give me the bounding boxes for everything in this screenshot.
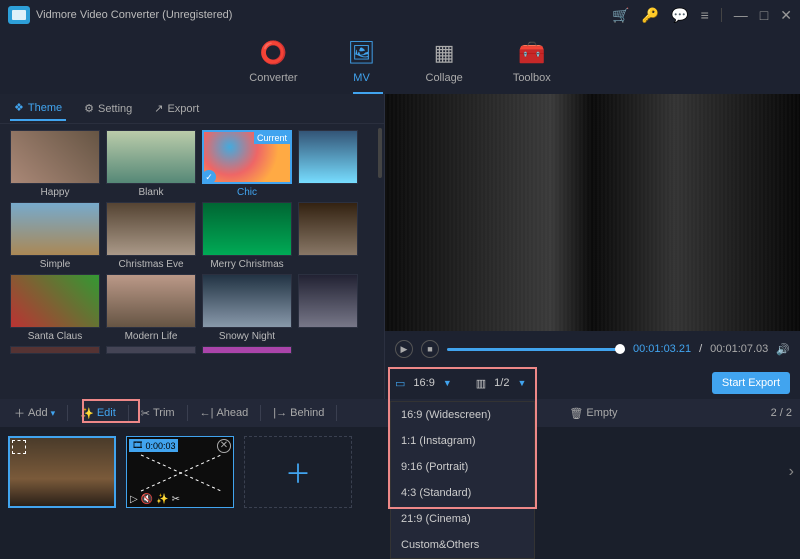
mute-icon: 🔇 xyxy=(141,494,153,505)
cut-icon: ✂ xyxy=(172,494,180,505)
aspect-option[interactable]: Custom&Others xyxy=(391,532,534,558)
aspect-option[interactable]: 21:9 (Cinema) xyxy=(391,506,534,532)
clip-counter: 2 / 2 xyxy=(771,407,792,419)
theme-grid: Happy Blank Current✓Chic Simple Christma… xyxy=(0,124,384,399)
edit-button[interactable]: ✨Edit xyxy=(74,404,122,423)
theme-icon: ❖ xyxy=(14,101,24,114)
tab-export[interactable]: ↗Export xyxy=(150,97,203,120)
theme-item[interactable]: Christmas Eve xyxy=(106,202,196,270)
ahead-icon: ←| xyxy=(200,407,214,419)
theme-item[interactable]: Happy xyxy=(10,130,100,198)
key-icon[interactable]: 🔑 xyxy=(642,7,659,24)
time-current: 00:01:03.21 xyxy=(633,343,691,355)
theme-item[interactable]: Snowy Night xyxy=(202,274,292,342)
converter-icon: ⭕ xyxy=(260,40,287,66)
ahead-button[interactable]: ←|Ahead xyxy=(194,404,255,422)
trim-button[interactable]: ✂Trim xyxy=(135,404,181,423)
close-button[interactable]: ✕ xyxy=(780,7,792,24)
theme-item[interactable] xyxy=(298,130,380,198)
plus-icon: ＋ xyxy=(14,405,25,421)
nav-toolbox[interactable]: 🧰 Toolbox xyxy=(513,40,551,84)
theme-item[interactable]: Simple xyxy=(10,202,100,270)
aspect-option[interactable]: 1:1 (Instagram) xyxy=(391,428,534,454)
aspect-option[interactable]: 16:9 (Widescreen) xyxy=(391,402,534,428)
left-panel: ❖Theme ⚙Setting ↗Export Happy Blank Curr… xyxy=(0,94,385,399)
page-icon: ▥ xyxy=(476,377,486,390)
clip-1[interactable] xyxy=(8,436,116,508)
aspect-value: 16:9 xyxy=(413,377,434,389)
page-value: 1/2 xyxy=(494,377,509,389)
add-button[interactable]: ＋Add▾ xyxy=(8,402,61,424)
scissors-icon: ✂ xyxy=(141,407,150,420)
nav-collage[interactable]: ▦ Collage xyxy=(426,40,463,84)
theme-item[interactable]: Current✓Chic xyxy=(202,130,292,198)
collage-icon: ▦ xyxy=(434,40,455,66)
start-export-button[interactable]: Start Export xyxy=(712,372,790,394)
theme-item[interactable]: Merry Christmas xyxy=(202,202,292,270)
tab-theme[interactable]: ❖Theme xyxy=(10,96,66,121)
app-title: Vidmore Video Converter (Unregistered) xyxy=(36,9,232,21)
cart-icon[interactable]: 🛒 xyxy=(612,7,629,24)
app-logo xyxy=(8,6,30,24)
check-icon: ✓ xyxy=(202,170,216,184)
empty-button[interactable]: 🗑Empty xyxy=(563,404,623,423)
behind-icon: |→ xyxy=(273,407,287,419)
behind-button[interactable]: |→Behind xyxy=(267,404,330,422)
crop-icon xyxy=(12,440,26,454)
theme-item[interactable] xyxy=(298,274,380,342)
aspect-option[interactable]: 9:16 (Portrait) xyxy=(391,454,534,480)
toolbox-icon: 🧰 xyxy=(518,40,545,66)
clip-2[interactable]: 🎞0:00:03 ✕ ▷ 🔇 ✨ ✂ xyxy=(126,436,234,508)
current-badge: Current xyxy=(254,132,290,144)
scrollbar[interactable] xyxy=(378,128,382,178)
aspect-icon[interactable]: ▭ xyxy=(395,377,405,390)
main-nav: ⭕ Converter 🖼 MV ▦ Collage 🧰 Toolbox xyxy=(0,30,800,94)
video-preview[interactable] xyxy=(385,94,800,331)
nav-mv[interactable]: 🖼 MV xyxy=(348,40,376,84)
volume-icon[interactable]: 🔊 xyxy=(776,343,790,356)
nav-converter[interactable]: ⭕ Converter xyxy=(249,40,297,84)
seek-slider[interactable] xyxy=(447,348,625,351)
maximize-button[interactable]: □ xyxy=(760,7,768,23)
theme-item[interactable] xyxy=(298,202,380,270)
feedback-icon[interactable]: 💬 xyxy=(671,7,688,24)
gear-icon: ⚙ xyxy=(84,102,94,115)
minimize-button[interactable]: — xyxy=(734,7,748,23)
page-dropdown-caret[interactable]: ▼ xyxy=(517,378,526,388)
aspect-option[interactable]: 4:3 (Standard) xyxy=(391,480,534,506)
trash-icon: 🗑 xyxy=(569,407,583,420)
export-icon: ↗ xyxy=(154,102,163,115)
time-total: 00:01:07.03 xyxy=(710,343,768,355)
play-icon: ▷ xyxy=(130,494,138,505)
tab-setting[interactable]: ⚙Setting xyxy=(80,97,136,120)
play-button[interactable]: ▶ xyxy=(395,340,413,358)
wand-icon: ✨ xyxy=(80,407,94,420)
theme-item[interactable]: Blank xyxy=(106,130,196,198)
edit-icon: ✨ xyxy=(156,494,168,505)
mv-icon: 🖼 xyxy=(348,40,376,66)
theme-item[interactable]: Santa Claus xyxy=(10,274,100,342)
next-page-button[interactable]: › xyxy=(789,463,794,481)
theme-item[interactable]: Modern Life xyxy=(106,274,196,342)
menu-icon[interactable]: ≡ xyxy=(701,7,709,23)
aspect-dropdown: 16:9 (Widescreen) 1:1 (Instagram) 9:16 (… xyxy=(390,401,535,559)
add-clip-button[interactable]: ＋ xyxy=(244,436,352,508)
titlebar: Vidmore Video Converter (Unregistered) 🛒… xyxy=(0,0,800,30)
aspect-dropdown-caret[interactable]: ▼ xyxy=(443,378,452,388)
preview-panel: ▶ ■ 00:01:03.21/00:01:07.03 🔊 ▭ 16:9 ▼ ▥… xyxy=(385,94,800,399)
stop-button[interactable]: ■ xyxy=(421,340,439,358)
